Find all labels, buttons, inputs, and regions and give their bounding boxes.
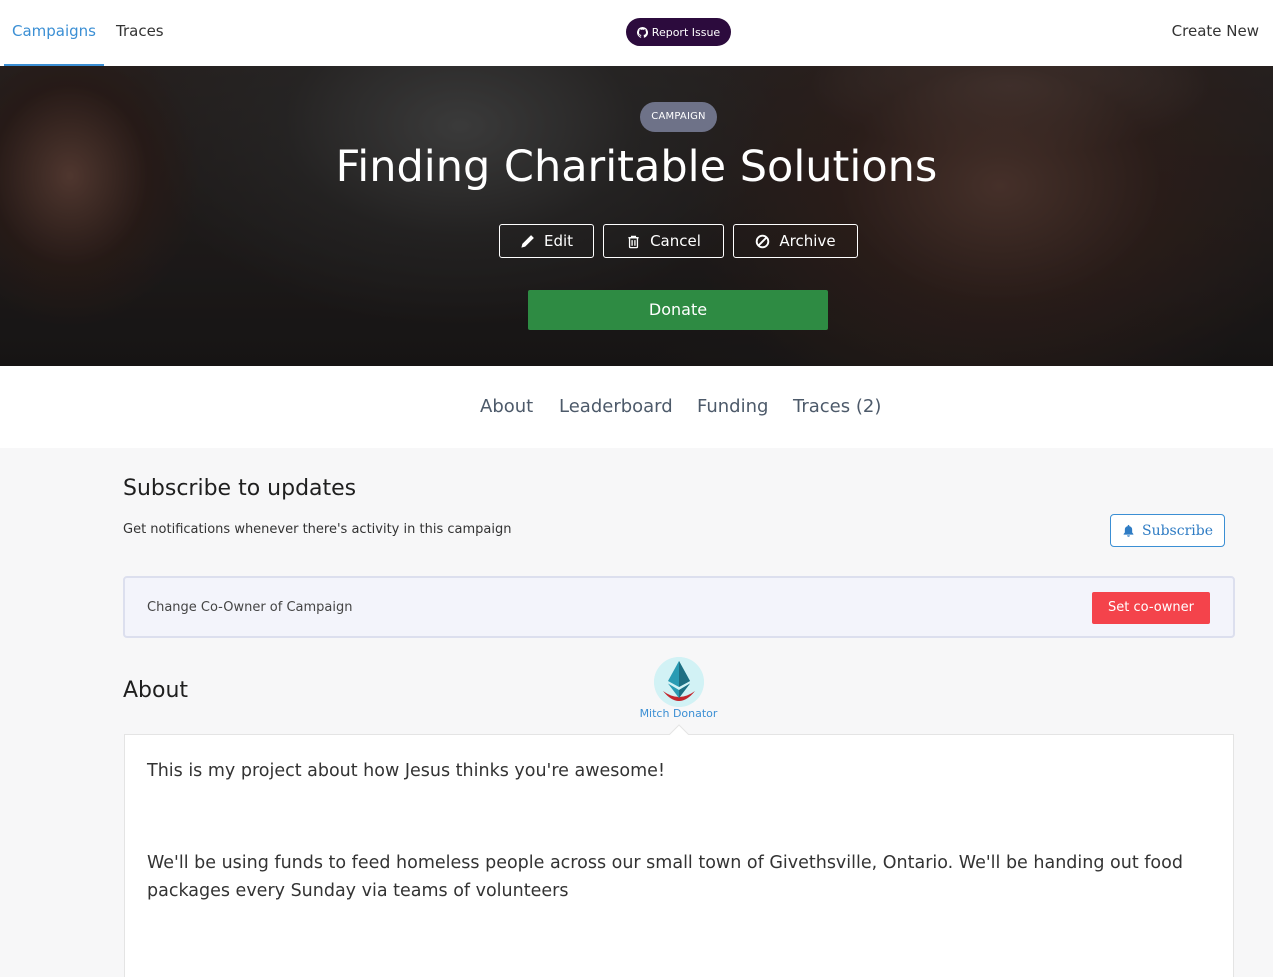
edit-button[interactable]: Edit xyxy=(499,224,594,258)
cancel-button[interactable]: Cancel xyxy=(603,224,724,258)
bell-icon xyxy=(1123,524,1134,537)
section-tab-funding[interactable]: Funding xyxy=(697,396,768,417)
nav-tab-campaigns[interactable]: Campaigns xyxy=(4,0,104,66)
ban-icon xyxy=(756,234,770,248)
subscribe-description: Get notifications whenever there's activ… xyxy=(123,522,512,537)
campaign-title: Finding Charitable Solutions xyxy=(335,142,938,192)
edit-label: Edit xyxy=(543,232,574,250)
pencil-icon xyxy=(521,234,534,248)
nav-tab-traces[interactable]: Traces xyxy=(116,0,164,66)
donate-button[interactable]: Donate xyxy=(528,290,828,330)
coowner-text: Change Co-Owner of Campaign xyxy=(147,600,353,615)
about-paragraph: This is my project about how Jesus think… xyxy=(147,761,665,781)
set-coowner-button[interactable]: Set co-owner xyxy=(1092,592,1210,624)
subscribe-button[interactable]: Subscribe xyxy=(1110,514,1225,547)
report-issue-label: Report Issue xyxy=(651,25,721,39)
cancel-label: Cancel xyxy=(650,232,701,250)
create-new-link[interactable]: Create New xyxy=(1172,0,1259,62)
archive-button[interactable]: Archive xyxy=(733,224,858,258)
subscribe-label: Subscribe xyxy=(1141,522,1213,539)
about-paragraph: We'll be using funds to feed homeless pe… xyxy=(147,853,1183,901)
campaign-badge: CAMPAIGN xyxy=(640,102,717,132)
report-issue-button[interactable]: Report Issue xyxy=(626,18,731,46)
owner-avatar[interactable] xyxy=(654,657,704,707)
about-heading: About xyxy=(123,678,189,703)
about-content: This is my project about how Jesus think… xyxy=(124,734,1234,977)
campaign-hero: CAMPAIGN Finding Charitable Solutions Ed… xyxy=(0,66,1273,366)
top-navbar: Campaigns Traces Report Issue Create New xyxy=(0,0,1273,66)
coowner-panel: Change Co-Owner of Campaign Set co-owner xyxy=(123,576,1235,638)
owner-name-link[interactable]: Mitch Donator xyxy=(600,707,757,720)
section-tab-traces[interactable]: Traces (2) xyxy=(793,396,881,417)
section-tab-about[interactable]: About xyxy=(480,396,533,417)
archive-label: Archive xyxy=(779,232,836,250)
campaign-section-nav: About Leaderboard Funding Traces (2) xyxy=(0,366,1273,448)
section-tab-leaderboard[interactable]: Leaderboard xyxy=(559,396,673,417)
about-caret xyxy=(669,724,689,735)
trash-icon xyxy=(628,235,639,248)
subscribe-heading: Subscribe to updates xyxy=(123,476,357,501)
ethereum-avatar-icon xyxy=(654,657,704,707)
github-icon xyxy=(636,26,648,38)
